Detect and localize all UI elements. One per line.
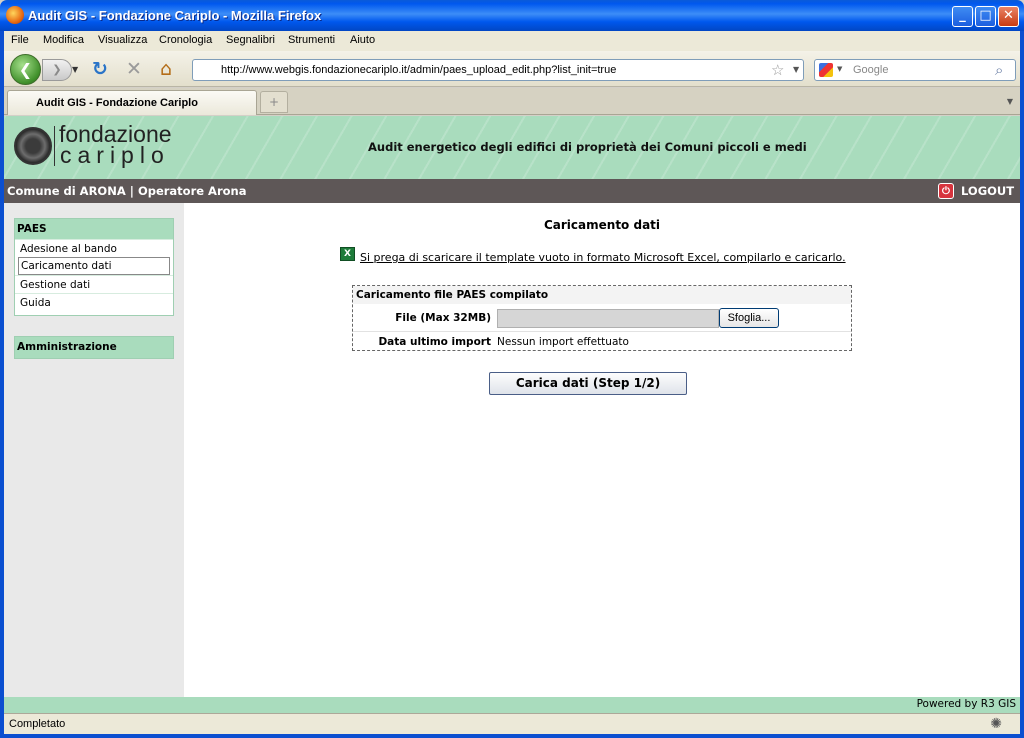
last-import-label: Data ultimo import — [378, 336, 491, 348]
menu-cronologia[interactable]: Cronologia — [159, 34, 212, 46]
history-dropdown-icon[interactable]: ▼ — [72, 65, 78, 74]
search-engine-icon[interactable] — [819, 63, 833, 77]
maximize-button[interactable]: □ — [975, 6, 996, 27]
menu-strumenti[interactable]: Strumenti — [288, 34, 335, 46]
fieldset-divider — [353, 331, 851, 332]
window-frame-bottom — [0, 734, 1024, 738]
tab-strip: Audit GIS - Fondazione Cariplo + ▼ — [4, 88, 1020, 115]
upload-submit-button[interactable]: Carica dati (Step 1/2) — [489, 372, 687, 395]
minimize-button[interactable]: _ — [952, 6, 973, 27]
reload-icon[interactable]: ↻ — [92, 59, 108, 79]
back-arrow-icon[interactable]: ❮ — [10, 54, 41, 85]
logo-separator — [54, 126, 55, 166]
navigation-toolbar: ❮ ❯ ▼ ↻ ✕ ⌂ http://www.webgis.fondazione… — [4, 51, 1020, 87]
status-text: Completato — [9, 718, 66, 730]
user-bar: Comune di ARONA | Operatore Arona ⏻ LOGO… — [4, 179, 1020, 203]
main-content: Caricamento dati X Si prega di scaricare… — [184, 203, 1020, 697]
window-frame-right — [1020, 31, 1024, 738]
page-viewport: fondazione cariplo Audit energetico degl… — [4, 116, 1020, 713]
logo-text-line2: cariplo — [60, 142, 170, 168]
page-footer: Powered by R3 GIS — [4, 697, 1020, 713]
site-banner: fondazione cariplo Audit energetico degl… — [4, 116, 1020, 179]
sidebar-item-gestione[interactable]: Gestione dati — [15, 275, 173, 293]
firefox-icon — [6, 6, 24, 24]
last-import-value: Nessun import effettuato — [497, 336, 629, 348]
paes-menu-title: PAES — [15, 219, 173, 239]
tab-title: Audit GIS - Fondazione Cariplo — [36, 97, 198, 109]
fieldset-legend: Caricamento file PAES compilato — [353, 286, 851, 304]
menu-segnalibri[interactable]: Segnalibri — [226, 34, 275, 46]
logout-icon[interactable]: ⏻ — [938, 183, 954, 199]
close-button[interactable]: ✕ — [998, 6, 1019, 27]
window-title: Audit GIS - Fondazione Cariplo - Mozilla… — [28, 8, 322, 23]
search-bar[interactable]: ▼ Google ⌕ — [814, 59, 1016, 81]
stop-icon[interactable]: ✕ — [126, 59, 142, 79]
url-dropdown-icon[interactable]: ▼ — [793, 65, 799, 74]
forward-arrow-icon[interactable]: ❯ — [42, 59, 72, 81]
excel-icon[interactable]: X — [340, 247, 355, 261]
new-tab-button[interactable]: + — [260, 91, 288, 113]
sidebar-item-amministrazione[interactable]: Amministrazione — [14, 336, 174, 359]
menu-aiuto[interactable]: Aiuto — [350, 34, 375, 46]
url-text[interactable]: http://www.webgis.fondazionecariplo.it/a… — [221, 64, 616, 76]
status-bar: Completato ✺ — [4, 713, 1020, 734]
upload-fieldset: Caricamento file PAES compilato File (Ma… — [352, 285, 852, 351]
home-icon[interactable]: ⌂ — [160, 59, 172, 79]
browse-button[interactable]: Sfoglia... — [719, 308, 779, 328]
banner-title: Audit energetico degli edifici di propri… — [368, 140, 807, 154]
star-icon[interactable]: ☆ — [771, 61, 784, 79]
template-download-link[interactable]: Si prega di scaricare il template vuoto … — [360, 251, 846, 264]
search-engine-dropdown-icon[interactable]: ▼ — [837, 65, 842, 73]
page-title: Caricamento dati — [543, 218, 661, 232]
powered-by-text: Powered by R3 GIS — [916, 698, 1016, 710]
cariplo-emblem-icon — [14, 127, 52, 165]
search-input[interactable]: Google — [853, 64, 888, 76]
file-input[interactable] — [497, 309, 719, 328]
window-titlebar: Audit GIS - Fondazione Cariplo - Mozilla… — [0, 0, 1024, 31]
sidebar-item-caricamento[interactable]: Caricamento dati — [18, 257, 170, 275]
menu-bar: File Modifica Visualizza Cronologia Segn… — [4, 31, 1020, 51]
url-bar[interactable]: http://www.webgis.fondazionecariplo.it/a… — [192, 59, 804, 81]
paes-menu: PAES Adesione al bando Caricamento dati … — [14, 218, 174, 316]
file-label: File (Max 32MB) — [395, 312, 491, 324]
menu-file[interactable]: File — [11, 34, 29, 46]
tab-audit-gis[interactable]: Audit GIS - Fondazione Cariplo — [7, 90, 257, 115]
magnifier-icon[interactable]: ⌕ — [995, 61, 1003, 79]
sidebar-item-adesione[interactable]: Adesione al bando — [15, 239, 173, 257]
sidebar-item-guida[interactable]: Guida — [15, 293, 173, 311]
firebug-icon[interactable]: ✺ — [990, 716, 1002, 732]
sidebar: PAES Adesione al bando Caricamento dati … — [4, 203, 184, 697]
menu-visualizza[interactable]: Visualizza — [98, 34, 147, 46]
tab-list-icon[interactable]: ▼ — [1002, 91, 1018, 113]
logout-link[interactable]: LOGOUT — [961, 184, 1014, 198]
current-user: Comune di ARONA | Operatore Arona — [7, 184, 247, 198]
menu-modifica[interactable]: Modifica — [43, 34, 84, 46]
